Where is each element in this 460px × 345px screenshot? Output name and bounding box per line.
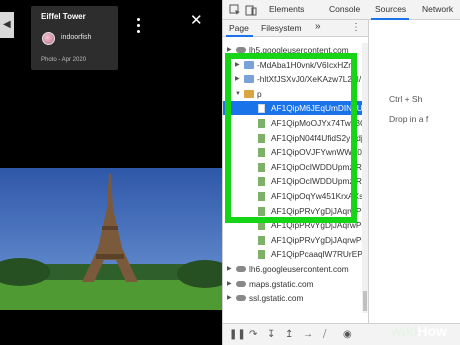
editor-hint-shortcut: Ctrl + Sh xyxy=(389,94,423,104)
collapse-arrow-icon[interactable]: ▶ xyxy=(227,262,232,276)
tree-row-label: maps.gstatic.com xyxy=(249,278,314,289)
wikihow-how: How xyxy=(417,323,448,339)
chevron-left-icon: ◀ xyxy=(3,19,11,30)
editor-pane: Ctrl + Sh Drop in a f xyxy=(369,20,460,323)
tree-row[interactable]: ▶ ssl.gstatic.com xyxy=(223,291,368,305)
wikihow-watermark: wikiHow xyxy=(391,323,447,339)
tab-network[interactable]: Network xyxy=(422,4,453,14)
file-icon xyxy=(258,250,265,260)
tree-scrollbar[interactable] xyxy=(362,43,368,313)
collapse-arrow-icon[interactable]: ▶ xyxy=(227,277,232,291)
photo-author[interactable]: indoorfish xyxy=(61,34,91,41)
step-into-icon[interactable]: ↧ xyxy=(267,329,275,341)
tree-row[interactable]: AF1QipPRvYgDjJAqrwP5G xyxy=(223,233,369,247)
deactivate-breakpoints-icon[interactable]: ⧸ xyxy=(323,329,326,341)
devtools-tabbar: Elements Console Sources Network xyxy=(223,0,460,20)
step-icon[interactable]: → xyxy=(303,329,313,341)
tree-row[interactable]: ▶ lh6.googleusercontent.com xyxy=(223,262,368,276)
step-out-icon[interactable]: ↥ xyxy=(285,329,293,341)
cloud-icon xyxy=(236,280,246,287)
file-icon xyxy=(258,235,265,245)
kebab-menu-icon[interactable]: ⋮ xyxy=(351,22,361,33)
collapse-panel-button[interactable]: ◀ xyxy=(0,12,14,38)
navigator-tabbar: Page Filesystem » ⋮ xyxy=(223,20,369,37)
tree-row[interactable]: AF1QipPcaaqlW7RUrEPFc xyxy=(223,247,369,261)
device-toolbar-icon[interactable] xyxy=(245,4,257,16)
subtab-filesystem[interactable]: Filesystem xyxy=(261,23,302,33)
avatar[interactable] xyxy=(42,32,55,45)
tab-elements[interactable]: Elements xyxy=(269,4,304,14)
chevron-double-right-icon[interactable]: » xyxy=(315,21,321,32)
tree-row-label: lh6.googleusercontent.com xyxy=(249,264,349,274)
tab-console[interactable]: Console xyxy=(329,4,360,14)
cloud-icon xyxy=(236,266,246,272)
pause-icon[interactable]: ❚❚ xyxy=(229,329,246,341)
tree-row-label: AF1QipPRvYgDjJAqrwP5G xyxy=(271,234,369,245)
cloud-icon xyxy=(236,295,246,302)
subtab-page[interactable]: Page xyxy=(229,23,249,33)
photo-date: Photo - Apr 2020 xyxy=(41,57,87,63)
tree-row-label: AF1QipPcaaqlW7RUrEPFc xyxy=(271,249,369,260)
tree-row[interactable]: ▶ maps.gstatic.com xyxy=(223,277,368,291)
photo-info-card: Eiffel Tower indoorfish Photo - Apr 2020 xyxy=(31,6,140,70)
devtools-panel: Elements Console Sources Network Page Fi… xyxy=(222,0,460,345)
tree-row-label: ssl.gstatic.com xyxy=(249,293,304,304)
photo-title: Eiffel Tower xyxy=(41,12,86,21)
wikihow-wiki: wiki xyxy=(391,323,418,339)
photo-viewer: ◀ Eiffel Tower indoorfish Photo - Apr 20… xyxy=(0,0,222,345)
scrollbar-thumb[interactable] xyxy=(363,291,367,311)
editor-hint-drop: Drop in a f xyxy=(389,114,429,124)
pause-on-exceptions-icon[interactable]: ◉ xyxy=(343,329,352,341)
inspect-element-icon[interactable] xyxy=(229,4,241,16)
highlight-box xyxy=(225,53,357,223)
more-options-icon[interactable] xyxy=(134,18,142,38)
tab-sources[interactable]: Sources xyxy=(375,4,406,14)
step-over-icon[interactable]: ↷ xyxy=(249,329,257,341)
eiffel-tower-photo xyxy=(0,168,222,310)
collapse-arrow-icon[interactable]: ▶ xyxy=(227,291,232,305)
close-icon[interactable]: ✕ xyxy=(190,13,203,28)
